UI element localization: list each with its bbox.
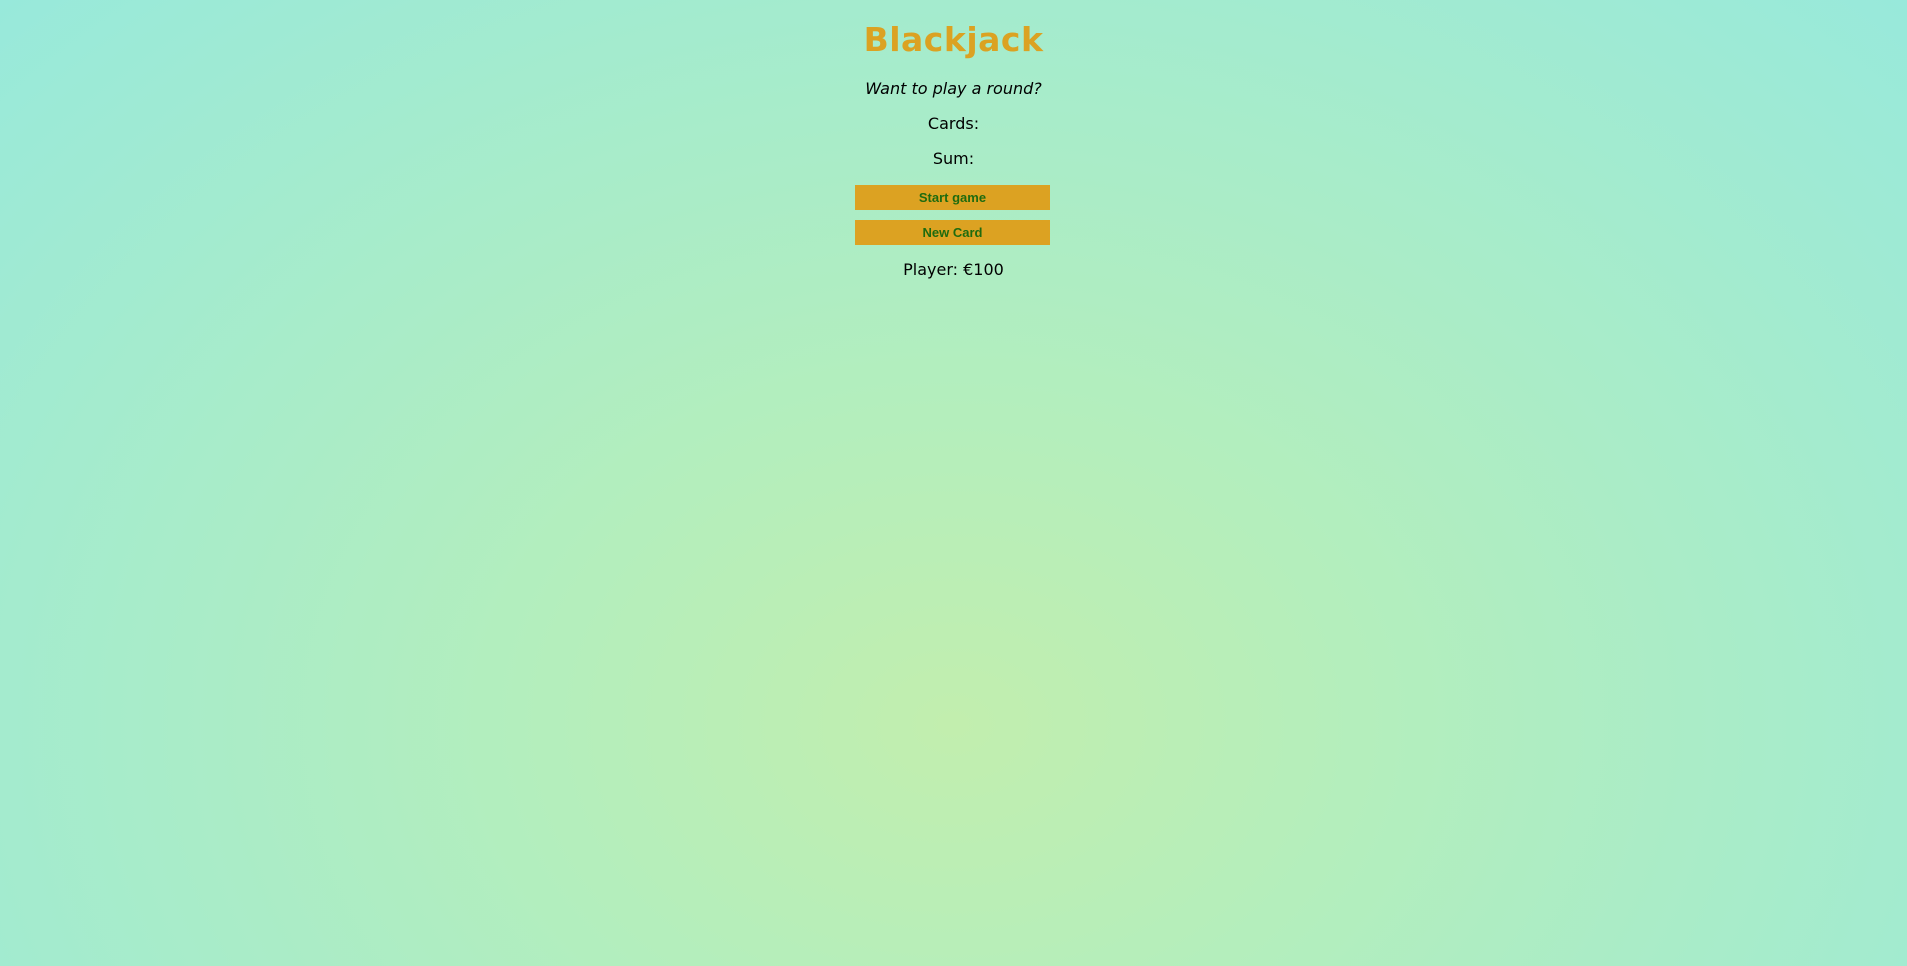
message-text: Want to play a round?: [865, 79, 1042, 98]
new-card-button[interactable]: New Card: [855, 220, 1050, 245]
player-balance: Player: €100: [903, 260, 1004, 279]
sum-label: Sum:: [932, 149, 975, 168]
start-game-button[interactable]: Start game: [855, 185, 1050, 210]
page-title: Blackjack: [863, 20, 1044, 59]
cards-label: Cards:: [927, 114, 980, 133]
